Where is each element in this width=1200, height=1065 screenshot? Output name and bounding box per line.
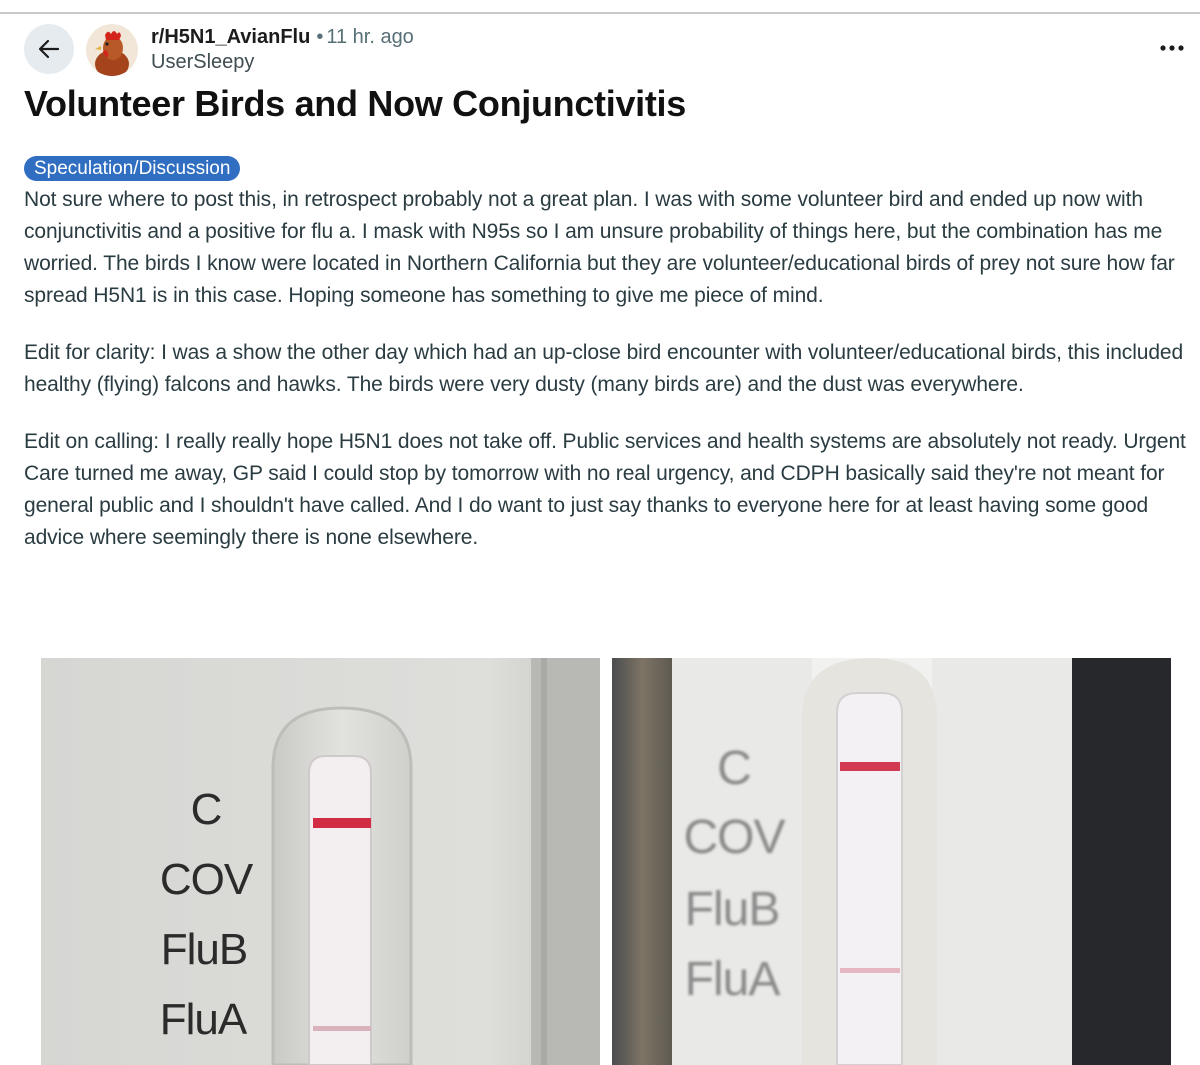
test-label-cov: COV — [683, 811, 785, 864]
post-body: Not sure where to post this, in retrospe… — [24, 184, 1190, 554]
post-title: Volunteer Birds and Now Conjunctivitis — [24, 83, 686, 124]
test-label-flub: FluB — [684, 883, 781, 936]
rooster-avatar — [86, 24, 138, 76]
body-paragraph: Edit on calling: I really really hope H5… — [24, 430, 1186, 549]
test-label-c: C — [717, 742, 752, 795]
test-label-flub: FluB — [160, 925, 248, 974]
subreddit-link[interactable]: r/H5N1_AvianFlu — [151, 26, 310, 48]
test-label-cov: COV — [159, 855, 253, 904]
back-button[interactable] — [24, 24, 74, 74]
test-label-flua: FluA — [684, 953, 781, 1006]
more-horizontal-icon — [1160, 45, 1184, 51]
top-divider — [0, 12, 1200, 14]
more-options-button[interactable] — [1156, 36, 1188, 60]
post-meta: r/H5N1_AvianFlu • 11 hr. ago — [151, 25, 414, 49]
test-photo-left[interactable]: C COV FluB FluA — [41, 658, 600, 1065]
test-label-c: C — [190, 785, 223, 834]
arrow-left-icon — [38, 39, 60, 59]
meta-separator: • — [316, 26, 324, 48]
subreddit-avatar[interactable] — [86, 24, 138, 76]
author-link[interactable]: UserSleepy — [151, 50, 254, 74]
test-cassette-left — [41, 658, 600, 1065]
body-paragraph: Edit for clarity: I was a show the other… — [24, 341, 1184, 396]
test-label-flua: FluA — [159, 995, 247, 1044]
post-flair[interactable]: Speculation/Discussion — [24, 156, 241, 181]
test-photo-right[interactable]: C COV FluB FluA — [612, 658, 1171, 1065]
post-age: 11 hr. ago — [326, 26, 414, 48]
body-paragraph: Not sure where to post this, in retrospe… — [24, 188, 1175, 307]
